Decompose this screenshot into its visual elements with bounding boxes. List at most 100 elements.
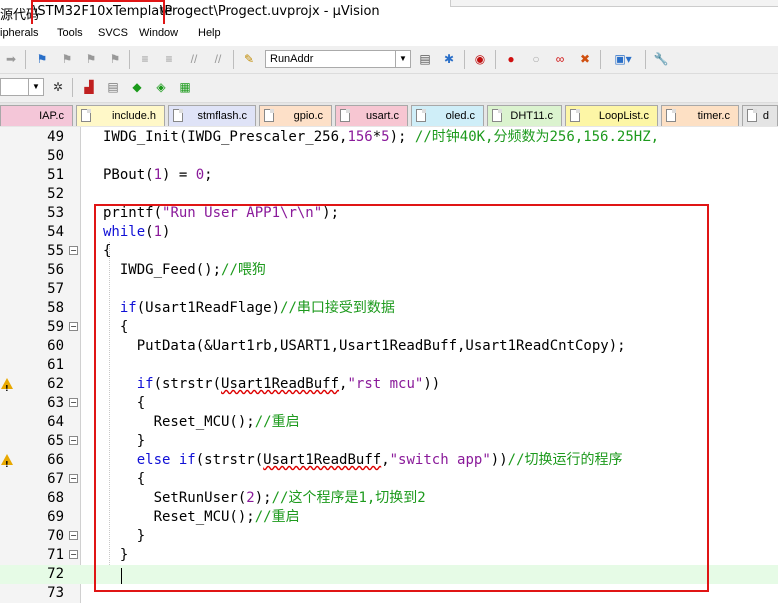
tab-oled-c[interactable]: oled.c — [411, 105, 484, 126]
tab-iap-c[interactable]: IAP.c — [0, 105, 73, 126]
pack-installer-icon[interactable]: ◆ — [128, 78, 146, 96]
code-line[interactable]: 49 IWDG_Init(IWDG_Prescaler_256,156*5); /… — [0, 128, 778, 147]
code-line[interactable]: 51 PBout(1) = 0; — [0, 166, 778, 185]
code-line[interactable]: 58 if(Usart1ReadFlage)//串口接受到数据 — [0, 299, 778, 318]
fold-toggle-icon[interactable]: − — [69, 398, 78, 407]
tab-dht11-c[interactable]: DHT11.c — [487, 105, 562, 126]
breakpoint-insert-icon[interactable]: ● — [502, 50, 520, 68]
code-text: } — [103, 432, 145, 451]
line-number: 52 — [47, 186, 64, 202]
manage-rte-icon[interactable]: ▦ — [176, 78, 194, 96]
code-line[interactable]: 59− { — [0, 318, 778, 337]
menu-window[interactable]: Window — [139, 27, 178, 39]
code-line[interactable]: 60 PutData(&Uart1rb,USART1,Usart1ReadBuf… — [0, 337, 778, 356]
bookmark-prev-icon[interactable]: ⚑ — [58, 50, 76, 68]
tab-stmflash-c[interactable]: stmflash.c — [168, 105, 256, 126]
manage-project-icon[interactable]: ▟ — [80, 78, 98, 96]
incremental-find-icon[interactable]: ✱ — [440, 50, 458, 68]
menu-svcs[interactable]: SVCS — [98, 27, 128, 39]
code-line[interactable]: 71− } — [0, 546, 778, 565]
code-token: (strstr( — [195, 452, 264, 468]
fold-toggle-icon[interactable]: − — [69, 550, 78, 559]
code-line[interactable]: 56 IWDG_Feed();//喂狗 — [0, 261, 778, 280]
tab-include-h[interactable]: include.h — [76, 105, 165, 126]
fold-toggle-icon[interactable]: − — [69, 474, 78, 483]
code-line[interactable]: 64 Reset_MCU();//重启 — [0, 413, 778, 432]
configure-wrench-icon[interactable]: 🔧 — [652, 50, 670, 68]
warning-icon[interactable] — [1, 378, 13, 398]
target-options-icon[interactable]: ✲ — [49, 78, 67, 96]
breakpoint-disable-icon[interactable]: ∞ — [551, 50, 569, 68]
code-line[interactable]: 66 else if(strstr(Usart1ReadBuff,"switch… — [0, 451, 778, 474]
find-in-files-icon[interactable]: ▤ — [416, 50, 434, 68]
code-line[interactable]: 65− } — [0, 432, 778, 451]
code-line[interactable]: 52 — [0, 185, 778, 204]
uncomment-icon[interactable]: // — [209, 50, 227, 68]
code-line[interactable]: 62 if(strstr(Usart1ReadBuff,"rst mcu")) — [0, 375, 778, 398]
menu-help[interactable]: Help — [198, 27, 221, 39]
code-line[interactable]: 70− } — [0, 527, 778, 546]
code-line[interactable]: 73 — [0, 584, 778, 603]
code-text: printf("Run User APP1\r\n"); — [103, 204, 339, 223]
toolbar-build: ▼ ✲ ▟ ▤ ◆ ◈ ▦ — [0, 74, 778, 103]
code-line[interactable]: 68 SetRunUser(2);//这个程序是1,切换到2 — [0, 489, 778, 508]
file-icon — [264, 109, 274, 122]
tab-looplist-c[interactable]: LoopList.c — [565, 105, 658, 126]
code-token: else if — [136, 452, 196, 468]
file-extensions-icon[interactable]: ▤ — [104, 78, 122, 96]
fold-toggle-icon[interactable]: − — [69, 322, 78, 331]
line-number: 70 — [47, 528, 64, 544]
code-line[interactable]: 72 — [0, 565, 778, 584]
tab-timer-c[interactable]: timer.c — [661, 105, 739, 126]
tab-overflow[interactable]: d — [742, 105, 778, 126]
code-line[interactable]: 53 printf("Run User APP1\r\n"); — [0, 204, 778, 223]
bookmark-clear-icon[interactable]: ⚑ — [106, 50, 124, 68]
fold-toggle-icon[interactable]: − — [69, 436, 78, 445]
breakpoint-enable-icon[interactable]: ○ — [527, 50, 545, 68]
code-line[interactable]: 61 — [0, 356, 778, 375]
debug-session-icon[interactable]: ◉ — [471, 50, 489, 68]
line-number: 58 — [47, 300, 64, 316]
forward-arrow-icon[interactable]: ➡ — [2, 50, 20, 68]
code-editor[interactable]: 49 IWDG_Init(IWDG_Prescaler_256,156*5); /… — [0, 127, 778, 603]
target-select[interactable]: RunAddr ▼ — [265, 50, 411, 68]
fold-toggle-icon[interactable]: − — [69, 246, 78, 255]
code-line[interactable]: 57 — [0, 280, 778, 299]
toolbar-separator — [464, 50, 465, 69]
code-text: } — [103, 527, 145, 546]
chevron-down-icon: ▼ — [28, 79, 43, 95]
code-text: Reset_MCU();//重启 — [103, 508, 300, 527]
toolbar-separator — [129, 50, 130, 69]
comment-icon[interactable]: // — [185, 50, 203, 68]
select-packs-icon[interactable]: ◈ — [152, 78, 170, 96]
open-find-icon[interactable]: ✎ — [240, 50, 258, 68]
line-number: 67 — [47, 471, 64, 487]
unindent-icon[interactable]: ≡ — [160, 50, 178, 68]
code-line[interactable]: 55− { — [0, 242, 778, 261]
code-token: ; — [204, 167, 213, 183]
window-layout-icon[interactable]: ▣▾ — [608, 50, 638, 68]
code-line[interactable]: 54 while(1) — [0, 223, 778, 242]
indent-icon[interactable]: ≡ — [136, 50, 154, 68]
line-number: 69 — [47, 509, 64, 525]
breakpoint-kill-all-icon[interactable]: ✖ — [576, 50, 594, 68]
code-line[interactable]: 69 Reset_MCU();//重启 — [0, 508, 778, 527]
code-line[interactable]: 67− { — [0, 470, 778, 489]
line-number: 51 — [47, 167, 64, 183]
menu-peripherals[interactable]: ipherals — [0, 27, 39, 39]
tab-usart-c[interactable]: usart.c — [335, 105, 408, 126]
warning-icon[interactable] — [1, 454, 13, 474]
code-token: { — [103, 319, 129, 335]
bookmark-insert-icon[interactable]: ⚑ — [33, 50, 51, 68]
file-icon — [747, 109, 757, 122]
tab-gpio-c[interactable]: gpio.c — [259, 105, 332, 126]
code-line[interactable]: 50 — [0, 147, 778, 166]
fold-toggle-icon[interactable]: − — [69, 531, 78, 540]
line-number: 71 — [47, 547, 64, 563]
code-line[interactable]: 63− { — [0, 394, 778, 413]
bookmark-next-icon[interactable]: ⚑ — [82, 50, 100, 68]
code-token: 2 — [246, 490, 255, 506]
line-number: 59 — [47, 319, 64, 335]
menu-tools[interactable]: Tools — [57, 27, 83, 39]
build-target-select[interactable]: ▼ — [0, 78, 44, 96]
